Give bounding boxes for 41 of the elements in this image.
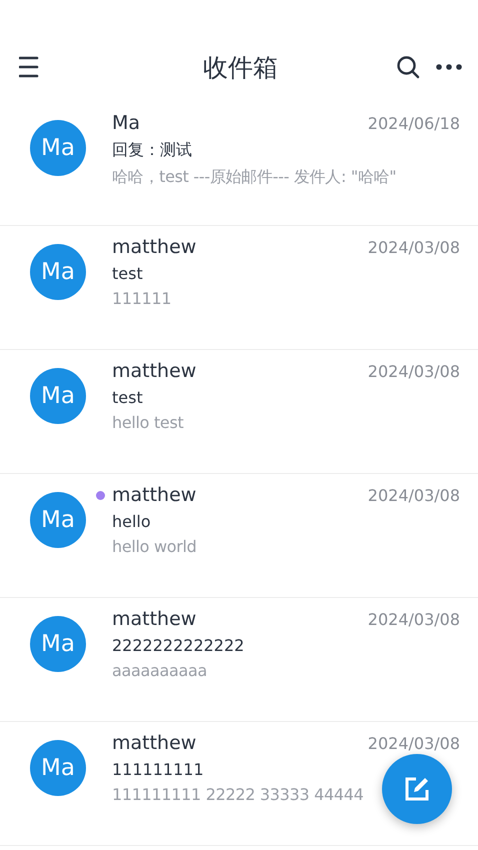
avatar: Ma: [30, 244, 86, 300]
avatar: Ma: [30, 120, 86, 176]
sender-name: matthew: [112, 732, 198, 754]
avatar: Ma: [30, 616, 86, 672]
header-title: 收件箱: [203, 52, 278, 84]
menu-icon[interactable]: [19, 56, 39, 78]
sender-name: matthew: [112, 236, 198, 258]
message-date: 2024/06/18: [368, 114, 460, 132]
message-date: 2024/03/08: [368, 362, 460, 380]
sender-name: matthew: [112, 484, 198, 506]
message-preview: hello test: [112, 413, 184, 432]
message-date: 2024/03/08: [368, 486, 460, 504]
avatar: Ma: [30, 740, 86, 796]
avatar: Ma: [30, 492, 86, 548]
message-item[interactable]: Ma Ma 2024/06/18 回复：测试 哈哈，test ---原始邮件--- 发件人: "哈哈": [0, 102, 478, 226]
search-icon[interactable]: [396, 55, 420, 79]
message-item[interactable]: Ma matthew 2024/03/08 2222222222222 aaaaaaaaaa: [0, 598, 478, 722]
message-preview: 哈哈，test ---原始邮件--- 发件人: "哈哈": [112, 167, 396, 188]
message-subject: 回复：测试: [112, 140, 192, 161]
message-preview: hello world: [112, 537, 197, 556]
sender-name: matthew: [112, 360, 198, 382]
message-date: 2024/03/08: [368, 734, 460, 752]
message-item[interactable]: Ma matthew 2024/03/08 test 111111: [0, 226, 478, 350]
message-preview: 111111: [112, 289, 172, 308]
edit-icon: [403, 775, 431, 803]
message-item[interactable]: Ma matthew 2024/03/08 hello hello world: [0, 474, 478, 598]
message-date: 2024/03/08: [368, 238, 460, 256]
message-subject: 2222222222222: [112, 636, 244, 655]
message-subject: test: [112, 388, 143, 407]
message-subject: 111111111: [112, 760, 204, 779]
more-icon[interactable]: [436, 64, 462, 70]
sender-name: matthew: [112, 608, 198, 630]
message-preview: 111111111 22222 33333 44444: [112, 785, 364, 804]
sender-name: Ma: [112, 112, 142, 134]
compose-button[interactable]: [382, 754, 452, 824]
message-preview: aaaaaaaaaa: [112, 661, 208, 680]
message-subject: hello: [112, 512, 151, 531]
message-subject: test: [112, 264, 143, 283]
avatar: Ma: [30, 368, 86, 424]
message-item[interactable]: Ma matthew 2024/03/08 test hello test: [0, 350, 478, 474]
message-date: 2024/03/08: [368, 610, 460, 628]
